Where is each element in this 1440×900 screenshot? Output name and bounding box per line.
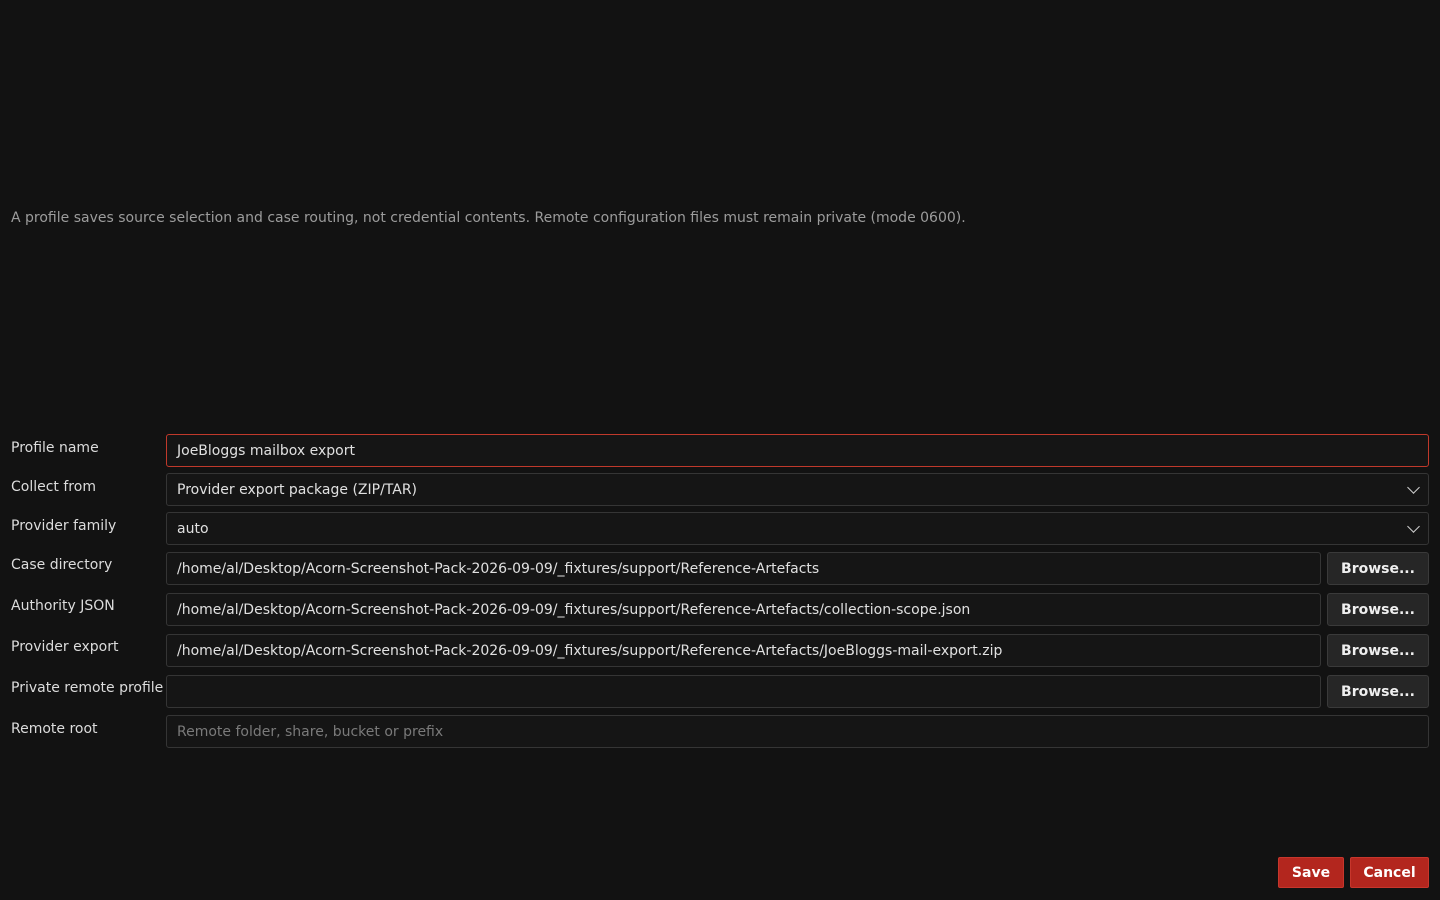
collect-from-label: Collect from [11, 479, 96, 495]
case-directory-label: Case directory [11, 557, 113, 573]
profile-editor-dialog: A profile saves source selection and cas… [0, 0, 1440, 900]
collect-from-select[interactable]: Provider export package (ZIP/TAR) [166, 473, 1429, 506]
profile-name-input[interactable]: JoeBloggs mailbox export [166, 434, 1429, 467]
private-remote-profile-label: Private remote profile [11, 680, 164, 696]
provider-family-select[interactable]: auto [166, 512, 1429, 545]
provider-family-value: auto [177, 520, 209, 537]
chevron-down-icon [1407, 519, 1420, 533]
case-directory-input[interactable]: /home/al/Desktop/Acorn-Screenshot-Pack-2… [166, 552, 1321, 585]
chevron-down-icon [1407, 480, 1420, 494]
cancel-button[interactable]: Cancel [1350, 857, 1429, 888]
private-remote-profile-input[interactable] [166, 675, 1321, 708]
provider-export-input[interactable]: /home/al/Desktop/Acorn-Screenshot-Pack-2… [166, 634, 1321, 667]
provider-export-browse-button[interactable]: Browse... [1327, 634, 1429, 667]
provider-export-label: Provider export [11, 639, 119, 655]
provider-family-label: Provider family [11, 518, 117, 534]
privacy-note: A profile saves source selection and cas… [11, 210, 966, 226]
save-button[interactable]: Save [1278, 857, 1344, 888]
authority-json-browse-button[interactable]: Browse... [1327, 593, 1429, 626]
private-remote-profile-browse-button[interactable]: Browse... [1327, 675, 1429, 708]
remote-root-label: Remote root [11, 721, 98, 737]
authority-json-input[interactable]: /home/al/Desktop/Acorn-Screenshot-Pack-2… [166, 593, 1321, 626]
authority-json-label: Authority JSON [11, 598, 115, 614]
remote-root-input[interactable]: Remote folder, share, bucket or prefix [166, 715, 1429, 748]
case-directory-browse-button[interactable]: Browse... [1327, 552, 1429, 585]
remote-root-placeholder: Remote folder, share, bucket or prefix [177, 723, 444, 740]
profile-name-label: Profile name [11, 440, 99, 456]
collect-from-value: Provider export package (ZIP/TAR) [177, 481, 418, 498]
